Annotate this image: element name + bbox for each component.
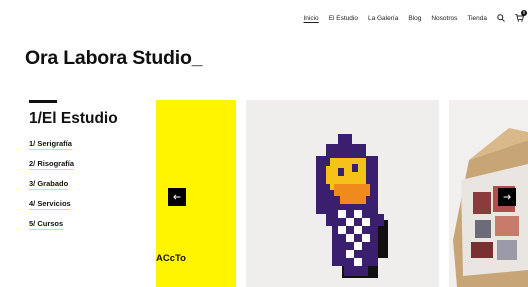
nav-la-galeria[interactable]: La Galería xyxy=(368,15,398,22)
nav-inicio[interactable]: Inicio xyxy=(304,15,319,22)
print-box-image xyxy=(453,128,528,287)
carousel-slide-box[interactable] xyxy=(449,100,528,287)
menu-item-label: 5/ Cursos xyxy=(29,219,64,230)
carousel-prev-button[interactable] xyxy=(168,188,186,206)
arrow-left-icon xyxy=(173,194,181,200)
cart-icon[interactable]: 0 xyxy=(515,10,527,22)
carousel-next-button[interactable] xyxy=(498,188,516,206)
pixel-art-image xyxy=(316,134,388,278)
menu-item-grabado[interactable]: 3/ Grabado xyxy=(29,179,74,199)
section-menu: 1/ Serigrafía 2/ Risografía 3/ Grabado 4… xyxy=(29,139,75,239)
nav-el-estudio[interactable]: El Estudio xyxy=(329,15,358,22)
menu-item-label: 4/ Servicios xyxy=(29,199,71,210)
menu-item-label: 2/ Risografía xyxy=(29,159,75,170)
menu-item-label: 1/ Serigrafía xyxy=(29,139,72,150)
carousel-slide-pixel-art[interactable] xyxy=(246,100,439,287)
search-icon[interactable] xyxy=(497,14,505,22)
top-nav: Inicio El Estudio La Galería Blog Nosotr… xyxy=(294,10,527,23)
section-divider xyxy=(29,100,57,103)
nav-blog[interactable]: Blog xyxy=(408,15,421,22)
menu-item-cursos[interactable]: 5/ Cursos xyxy=(29,219,74,239)
menu-item-servicios[interactable]: 4/ Servicios xyxy=(29,199,74,219)
menu-item-risografia[interactable]: 2/ Risografía xyxy=(29,159,75,179)
section-title: 1/El Estudio xyxy=(29,110,118,127)
arrow-right-icon xyxy=(503,194,511,200)
nav-nosotros[interactable]: Nosotros xyxy=(431,15,457,22)
menu-item-serigrafia[interactable]: 1/ Serigrafía xyxy=(29,139,74,159)
slide-caption: ACcTo xyxy=(156,253,186,264)
site-title[interactable]: Ora Labora Studio_ xyxy=(25,47,203,70)
nav-tienda[interactable]: Tienda xyxy=(467,15,487,22)
menu-item-label: 3/ Grabado xyxy=(29,179,69,190)
cart-count-badge: 0 xyxy=(521,10,527,16)
